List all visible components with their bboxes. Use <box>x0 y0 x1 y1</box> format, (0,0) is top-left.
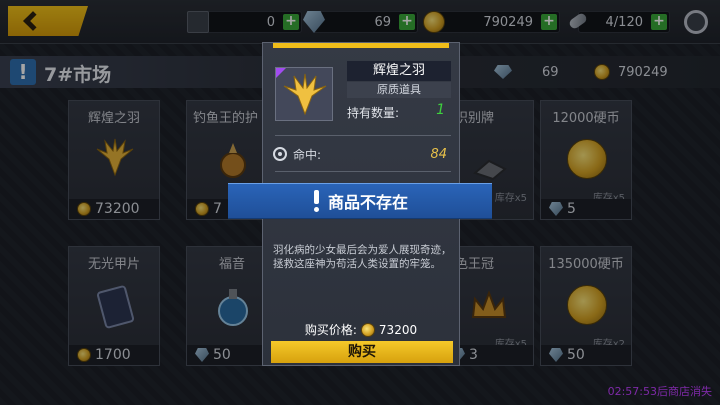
stat-value: 84 <box>430 146 447 162</box>
rarity-marker <box>276 68 286 78</box>
buy-price-row: 购买价格: 73200 <box>263 321 459 338</box>
item-description: 羽化病的少女最后会为爱人展现奇迹，拯救这座神为苟活人类设置的牢笼。 <box>273 244 452 270</box>
notice-banner: 商品不存在 <box>228 183 492 219</box>
divider <box>275 171 451 172</box>
item-name: 辉煌之羽 <box>347 61 451 81</box>
buy-price-label: 购买价格: <box>304 323 357 337</box>
target-icon <box>273 147 287 161</box>
buy-price-value: 73200 <box>378 322 418 337</box>
popup-accent-strip <box>273 43 449 48</box>
divider <box>275 135 451 136</box>
stat-label: 命中: <box>293 147 322 162</box>
stat-row: 命中: 84 <box>271 143 455 165</box>
buy-button[interactable]: 购买 <box>271 341 453 363</box>
coin-icon <box>360 322 375 337</box>
owned-value: 1 <box>436 102 445 118</box>
notice-text: 商品不存在 <box>327 193 408 212</box>
item-type: 原质道具 <box>347 82 451 98</box>
alert-icon <box>312 190 322 212</box>
item-image <box>275 67 333 121</box>
owned-label: 持有数量: <box>347 106 400 120</box>
